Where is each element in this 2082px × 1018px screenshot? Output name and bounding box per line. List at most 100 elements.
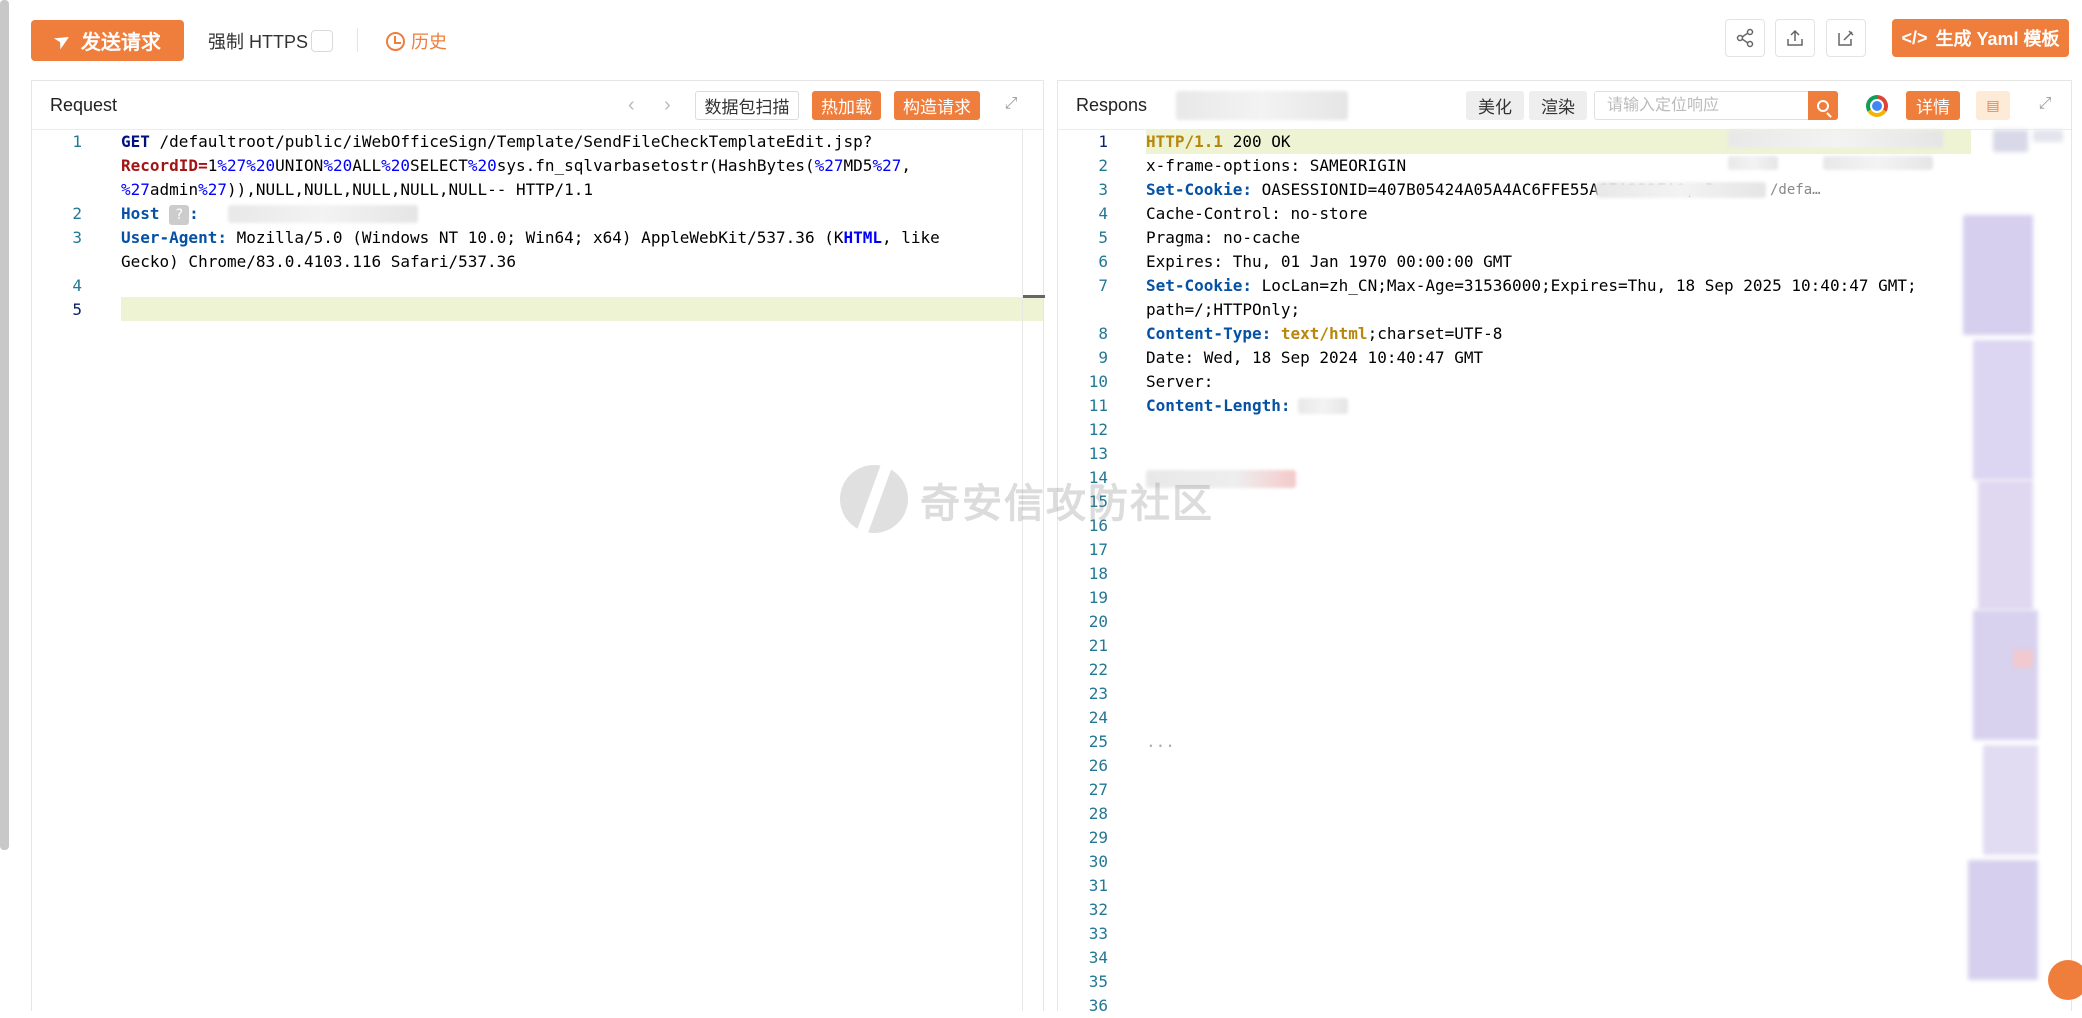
line-number: 11 — [1088, 396, 1108, 415]
comment-icon: ▤ — [1986, 97, 2000, 113]
redacted-overlay — [1823, 156, 1933, 170]
line-number: 21 — [1088, 636, 1108, 655]
chrome-icon[interactable] — [1866, 95, 1888, 117]
line-number: 27 — [1088, 780, 1108, 799]
line-number: 1 — [72, 132, 82, 151]
sql-token: UNION — [275, 156, 324, 175]
line-number: 24 — [1088, 708, 1108, 727]
line-number: 28 — [1088, 804, 1108, 823]
comment-button[interactable]: ▤ — [1976, 91, 2010, 120]
param-value: 1 — [207, 156, 218, 175]
response-line-8: Content-Type: text/html;charset=UTF-8 — [1146, 322, 1502, 346]
line-number: 3 — [72, 228, 82, 247]
line-number: 5 — [1098, 228, 1108, 247]
request-panel: Request ‹ › 数据包扫描 热加载 构造请求 ⤢ 1 2 3 4 5 G… — [31, 80, 1045, 1011]
url-encoding: %27 — [198, 180, 227, 199]
next-arrow-icon[interactable]: › — [664, 94, 671, 117]
line-number: 22 — [1088, 660, 1108, 679]
redacted-overlay — [1728, 130, 1943, 148]
hot-load-button[interactable]: 热加载 — [812, 91, 881, 120]
redacted-cookie — [1596, 182, 1766, 198]
header-line: x-frame-options: SAMEORIGIN — [1146, 156, 1407, 175]
search-button[interactable] — [1808, 91, 1838, 120]
line-number: 25 — [1088, 732, 1108, 751]
header-value: LocLan=zh_CN;Max-Age=31536000;Expires=Th… — [1251, 276, 1917, 295]
response-line-9: Date: Wed, 18 Sep 2024 10:40:47 GMT — [1146, 346, 1483, 370]
expand-icon[interactable]: ⤢ — [1002, 95, 1020, 113]
render-button[interactable]: 渲染 — [1529, 91, 1587, 120]
line-number: 32 — [1088, 900, 1108, 919]
send-plane-icon: ➤ — [49, 27, 76, 55]
response-line-5: Pragma: no-cache — [1146, 226, 1300, 250]
line-number: 1 — [1098, 132, 1108, 151]
build-request-label: 构造请求 — [903, 98, 971, 117]
send-request-button[interactable]: ➤ 发送请求 — [31, 20, 184, 61]
line-number: 4 — [72, 276, 82, 295]
response-editor[interactable]: 1 2 3 4 5 6 7 8 9 10 11 12 13 14 15 16 1… — [1058, 130, 2071, 1015]
line-number: 6 — [1098, 252, 1108, 271]
http-method: GET — [121, 132, 150, 151]
expand-icon[interactable]: ⤢ — [2036, 95, 2054, 113]
code-line-1a: GET /defaultroot/public/iWebOfficeSign/T… — [121, 130, 872, 154]
line-number: 4 — [1098, 204, 1108, 223]
url-encoding: %27 — [121, 180, 150, 199]
request-editor[interactable]: 1 2 3 4 5 GET /defaultroot/public/iWebOf… — [32, 130, 1045, 1011]
header-key: User-Agent: — [121, 228, 227, 247]
generate-yaml-label: 生成 Yaml 模板 — [1935, 29, 2060, 49]
status-protocol: HTTP/1.1 — [1146, 132, 1224, 151]
locate-response-input[interactable]: 请输入定位响应 — [1594, 91, 1808, 120]
edit-button[interactable] — [1826, 19, 1866, 57]
current-line-highlight — [121, 297, 1043, 321]
header-line: Expires: Thu, 01 Jan 1970 00:00:00 GMT — [1146, 252, 1513, 271]
send-request-label: 发送请求 — [80, 32, 161, 54]
line-number: 35 — [1088, 972, 1108, 991]
search-placeholder: 请输入定位响应 — [1607, 97, 1720, 114]
header-value-wrap: path=/;HTTPOnly; — [1146, 300, 1301, 319]
line-number: 34 — [1088, 948, 1108, 967]
mime-type: text/html — [1271, 324, 1368, 343]
generate-yaml-button[interactable]: </> 生成 Yaml 模板 — [1892, 19, 2069, 57]
folded-ellipsis: ... — [1146, 732, 1175, 751]
packet-scan-button[interactable]: 数据包扫描 — [695, 91, 799, 120]
sql-token: SELECT — [410, 156, 468, 175]
beautify-button[interactable]: 美化 — [1466, 91, 1524, 120]
share-button[interactable] — [1725, 19, 1765, 57]
header-line: Server: — [1146, 372, 1214, 391]
sql-token: ALL — [352, 156, 382, 175]
page-scrollbar[interactable] — [0, 0, 9, 850]
code-icon: </> — [1901, 27, 1928, 48]
detail-button[interactable]: 详情 — [1906, 91, 1960, 120]
header-value: Mozilla/5.0 (Windows NT 10.0; Win64; x64… — [226, 228, 844, 247]
mascot-avatar[interactable] — [2048, 960, 2082, 1000]
prev-arrow-icon[interactable]: ‹ — [628, 94, 635, 117]
upload-icon — [1787, 29, 1803, 46]
line-number: 29 — [1088, 828, 1108, 847]
url-encoding: %20 — [323, 156, 353, 175]
line-number: 7 — [1098, 276, 1108, 295]
response-line-1: HTTP/1.1 200 OK — [1146, 130, 1291, 154]
build-request-button[interactable]: 构造请求 — [894, 91, 980, 120]
response-minimap[interactable] — [1963, 130, 2068, 1011]
minimap-cursor — [1023, 295, 1045, 298]
response-line-11: Content-Length: — [1146, 394, 1291, 418]
force-https-label: 强制 HTTPS — [208, 32, 309, 52]
export-button[interactable] — [1775, 19, 1815, 57]
response-panel: Respons 美化 渲染 请输入定位响应 详情 ▤ ⤢ 1 2 3 4 5 6… — [1057, 80, 2072, 1015]
redacted-host — [228, 205, 418, 223]
sql-token: )),NULL,NULL,NULL,NULL,NULL-- HTTP/1.1 — [226, 180, 594, 199]
line-number: 5 — [72, 300, 82, 319]
edit-icon — [1838, 30, 1854, 46]
header-key: Host — [121, 204, 160, 223]
request-title: Request — [50, 95, 118, 115]
header-line: Date: Wed, 18 Sep 2024 10:40:47 GMT — [1146, 348, 1484, 367]
search-icon — [1817, 99, 1829, 112]
top-toolbar: ➤ 发送请求 强制 HTTPS 历史 </> 生成 Yaml 模板 — [0, 0, 2082, 80]
response-line-6: Expires: Thu, 01 Jan 1970 00:00:00 GMT — [1146, 250, 1512, 274]
cookie-tail: /defa… — [1770, 178, 1821, 202]
header-key: Set-Cookie: — [1146, 276, 1252, 295]
history-button[interactable]: 历史 — [386, 28, 447, 54]
sql-token: sys.fn_sqlvarbasetostr(HashBytes( — [496, 156, 815, 175]
header-key: Set-Cookie: — [1146, 180, 1252, 199]
html-token: HTML — [843, 228, 882, 247]
force-https-checkbox[interactable] — [311, 30, 333, 52]
